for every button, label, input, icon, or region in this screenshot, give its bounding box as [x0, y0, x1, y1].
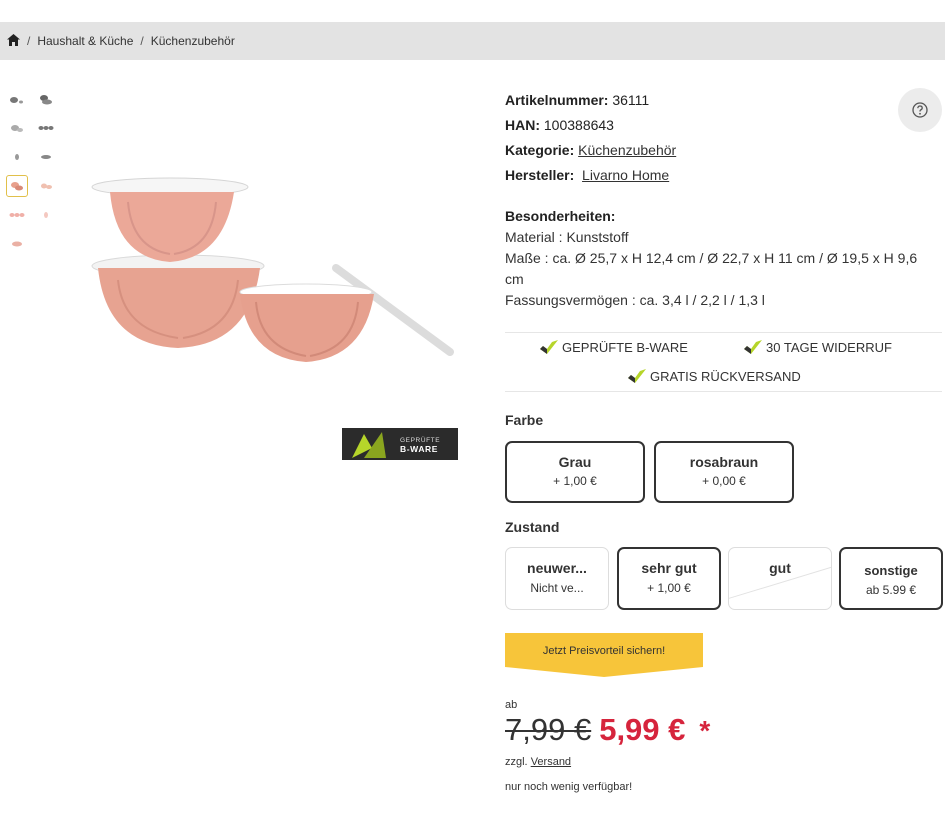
thumbnail-1[interactable]: [6, 88, 28, 110]
option-price: Nicht ve...: [530, 581, 584, 595]
price-row: 7,99 € 5,99 € *: [505, 712, 710, 748]
breadcrumb-separator: /: [140, 34, 144, 48]
farbe-option-grau[interactable]: Grau + 1,00 €: [505, 441, 645, 503]
product-image: [91, 177, 454, 362]
price-prefix: ab: [505, 699, 518, 711]
new-price: 5,99 €: [599, 712, 686, 747]
kategorie-row: Kategorie: Küchenzubehör: [505, 138, 945, 163]
option-price: + 1,00 €: [647, 581, 691, 595]
farbe-label: Farbe: [505, 412, 544, 428]
option-price: ab 5.99 €: [865, 583, 917, 597]
farbe-option-rosabraun[interactable]: rosabraun + 0,00 €: [654, 441, 794, 503]
shipping-prefix: zzgl.: [505, 756, 528, 768]
thumbnail-9[interactable]: [6, 204, 28, 226]
option-name: neuwer...: [527, 560, 587, 576]
trust-label-rueckversand: GRATIS RÜCKVERSAND: [650, 368, 801, 384]
preisvorteil-button-label: Jetzt Preisvorteil sichern!: [542, 645, 666, 657]
hersteller-row: Hersteller: Livarno Home: [505, 163, 945, 188]
home-icon[interactable]: [7, 33, 20, 49]
product-details: Artikelnummer: 36111 HAN: 100388643 Kate…: [505, 88, 945, 188]
check-icon: [628, 369, 646, 383]
unavailable-strike: [729, 566, 831, 599]
price-footnote-star: *: [699, 715, 711, 746]
breadcrumb-separator: /: [27, 34, 31, 48]
feature-material: Material : Kunststoff: [505, 229, 629, 245]
zustand-option-sonstige[interactable]: sonstige ab 5.99 €: [839, 547, 943, 610]
thumbnail-6[interactable]: [35, 146, 57, 168]
stock-status: nur noch wenig verfügbar!: [505, 781, 633, 793]
zustand-option-gut[interactable]: gut: [728, 547, 832, 610]
feature-masse: Maße : ca. Ø 25,7 x H 12,4 cm / Ø 22,7 x…: [505, 250, 918, 287]
bware-badge: GEPRÜFTE B-WARE: [342, 428, 458, 460]
han-row: HAN: 100388643: [505, 113, 945, 138]
thumbnail-2[interactable]: [35, 88, 57, 110]
hersteller-link[interactable]: Livarno Home: [582, 167, 669, 183]
shipping-info: zzgl. Versand: [505, 756, 571, 768]
han-value: 100388643: [543, 117, 614, 133]
thumbnail-7[interactable]: [6, 175, 28, 197]
check-icon: [744, 340, 762, 354]
breadcrumb-link-haushalt[interactable]: Haushalt & Küche: [37, 34, 133, 48]
han-label: HAN:: [505, 117, 540, 133]
breadcrumb-link-kuechenzubehoer[interactable]: Küchenzubehör: [151, 34, 235, 48]
zustand-label: Zustand: [505, 519, 560, 535]
option-name: gut: [769, 560, 791, 576]
question-icon: [912, 102, 928, 118]
artikelnummer-value: 36111: [612, 92, 650, 108]
breadcrumb: / Haushalt & Küche / Küchenzubehör: [0, 22, 945, 60]
features-section: Besonderheiten: Material : Kunststoff Ma…: [505, 206, 935, 311]
artikelnummer-label: Artikelnummer:: [505, 92, 609, 108]
artikelnummer-row: Artikelnummer: 36111: [505, 88, 945, 113]
thumbnail-8[interactable]: [35, 175, 57, 197]
bware-badge-line1: GEPRÜFTE: [400, 436, 440, 444]
option-name: sonstige: [864, 563, 918, 578]
trust-bar: GEPRÜFTE B-WARE 30 TAGE WIDERRUF GRATIS …: [505, 332, 942, 392]
thumbnail-11[interactable]: [6, 233, 28, 255]
shipping-link[interactable]: Versand: [531, 756, 571, 768]
trust-item-widerruf: 30 TAGE WIDERRUF: [743, 339, 892, 355]
option-name: rosabraun: [689, 454, 759, 470]
help-button[interactable]: [898, 88, 942, 132]
thumbnail-10[interactable]: [35, 204, 57, 226]
bware-badge-line2: B-WARE: [400, 444, 438, 454]
kategorie-label: Kategorie:: [505, 142, 575, 158]
kategorie-link[interactable]: Küchenzubehör: [578, 142, 676, 158]
trust-label-widerruf: 30 TAGE WIDERRUF: [766, 339, 892, 355]
thumbnail-gallery: [6, 88, 57, 255]
option-name: Grau: [558, 454, 592, 470]
option-price: + 0,00 €: [702, 474, 746, 488]
thumbnail-5[interactable]: [6, 146, 28, 168]
zustand-option-sehr-gut[interactable]: sehr gut + 1,00 €: [617, 547, 721, 610]
zustand-option-neuwertig[interactable]: neuwer... Nicht ve...: [505, 547, 609, 610]
features-title: Besonderheiten:: [505, 208, 616, 224]
old-price: 7,99 €: [505, 712, 592, 747]
feature-volumen: Fassungsvermögen : ca. 3,4 l / 2,2 l / 1…: [505, 292, 765, 308]
thumbnail-3[interactable]: [6, 117, 28, 139]
trust-item-rueckversand: GRATIS RÜCKVERSAND: [627, 368, 801, 384]
option-price: + 1,00 €: [553, 474, 597, 488]
option-name: sehr gut: [641, 560, 697, 576]
check-icon: [540, 340, 558, 354]
hersteller-label: Hersteller:: [505, 167, 575, 183]
trust-item-bware: GEPRÜFTE B-WARE: [539, 339, 688, 355]
trust-label-bware: GEPRÜFTE B-WARE: [562, 339, 688, 355]
thumbnail-4[interactable]: [35, 117, 57, 139]
